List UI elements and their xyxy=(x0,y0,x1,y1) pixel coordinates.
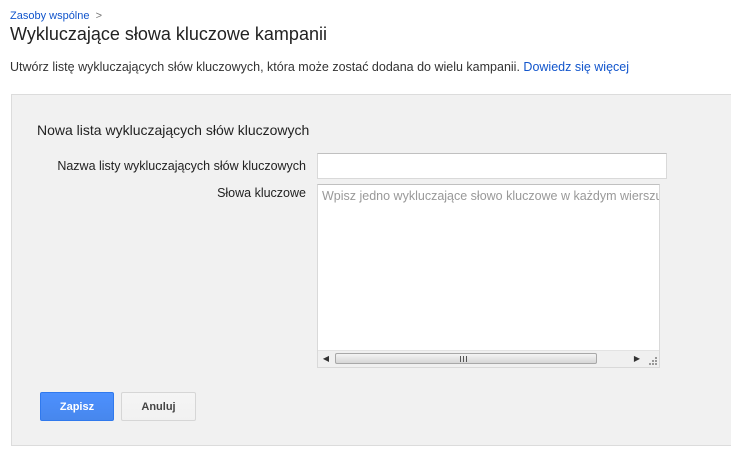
page-title: Wykluczające słowa kluczowe kampanii xyxy=(10,24,327,44)
breadcrumb-link-shared-library[interactable]: Zasoby wspólne xyxy=(10,10,90,22)
scrollbar-thumb[interactable] xyxy=(335,353,597,364)
keywords-textarea-container: ◀ ▶ xyxy=(317,184,660,368)
form-heading: Nowa lista wykluczających słów kluczowyc… xyxy=(37,122,310,138)
keywords-textarea[interactable] xyxy=(318,185,659,348)
save-button[interactable]: Zapisz xyxy=(40,392,114,421)
resize-grip-icon[interactable] xyxy=(647,355,657,365)
scroll-right-arrow-icon[interactable]: ▶ xyxy=(632,353,642,365)
scroll-left-arrow-icon[interactable]: ◀ xyxy=(321,353,331,365)
list-name-label: Nazwa listy wykluczających słów kluczowy… xyxy=(57,159,306,173)
cancel-button[interactable]: Anuluj xyxy=(121,392,196,421)
breadcrumb-separator: > xyxy=(95,10,102,22)
keywords-label: Słowa kluczowe xyxy=(217,186,306,200)
page-description: Utwórz listę wykluczających słów kluczow… xyxy=(10,60,629,74)
new-list-form-panel: Nowa lista wykluczających słów kluczowyc… xyxy=(11,94,731,446)
scrollbar-grip-icon xyxy=(460,356,468,362)
scrollbar-track[interactable] xyxy=(335,353,611,365)
learn-more-link[interactable]: Dowiedz się więcej xyxy=(523,60,629,74)
list-name-input[interactable] xyxy=(317,153,667,179)
breadcrumb: Zasoby wspólne > xyxy=(10,10,102,22)
horizontal-scrollbar[interactable]: ◀ ▶ xyxy=(318,350,659,367)
description-text: Utwórz listę wykluczających słów kluczow… xyxy=(10,60,520,74)
